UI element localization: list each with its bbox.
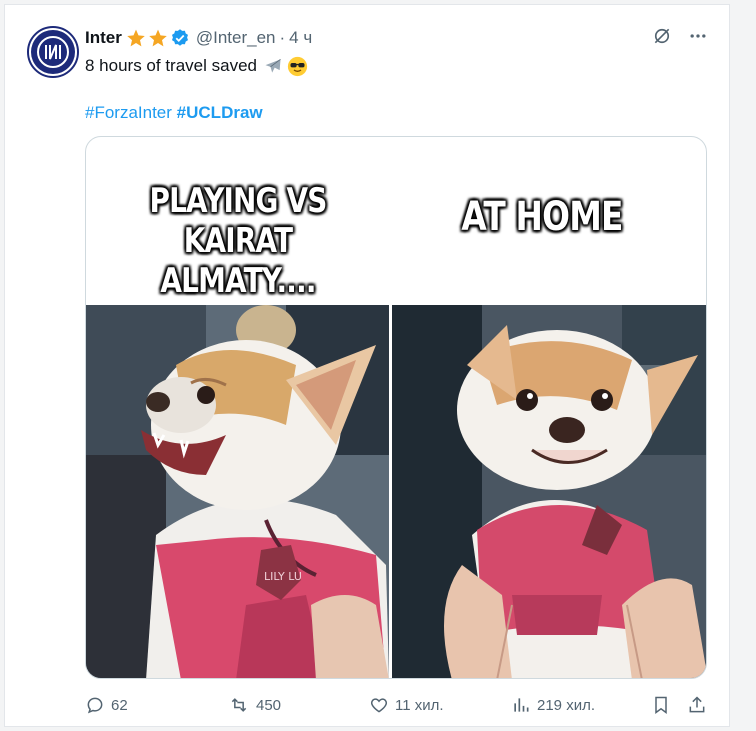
reply-icon [87, 697, 103, 714]
separator-dot: · [279, 28, 286, 47]
happy-chihuahua-photo [392, 305, 706, 678]
meme-image[interactable]: PLAYING VS KAIRAT ALMATY.... AT HOME LIL… [85, 136, 707, 679]
author-handle[interactable]: @Inter_en [196, 28, 276, 48]
views-icon [514, 698, 529, 712]
heart-icon [370, 698, 388, 713]
sunglasses-emoji-icon [287, 56, 308, 77]
tweet-card[interactable]: Inter @Inter_en · 4 ч 8 hours of travel … [4, 4, 730, 727]
caption-left-line1: PLAYING VS [149, 181, 327, 221]
tweet-text-body: 8 hours of travel saved [85, 56, 257, 75]
like-count: 11 хил. [395, 696, 444, 714]
like-button[interactable]: 11 хил. [369, 695, 444, 715]
grok-icon[interactable] [651, 25, 673, 47]
repost-icon [231, 698, 247, 712]
tweet-text: 8 hours of travel saved [85, 55, 308, 77]
angry-chihuahua-photo: LILY LU [86, 305, 389, 678]
photo-divider [389, 305, 392, 678]
author-name[interactable]: Inter [85, 28, 122, 48]
reply-button[interactable]: 62 [85, 695, 128, 715]
share-button[interactable] [687, 695, 707, 715]
hashtag-link[interactable]: #ForzaInter [85, 103, 172, 122]
bookmark-icon [655, 696, 667, 714]
hashtags: #ForzaInter #UCLDraw [85, 102, 263, 124]
star-icon [148, 28, 168, 48]
bookmark-button[interactable] [651, 695, 671, 715]
views-count: 219 хил. [537, 696, 595, 714]
inter-logo-icon [31, 30, 75, 74]
timestamp[interactable]: 4 ч [289, 28, 312, 48]
airplane-emoji-icon [263, 56, 283, 76]
avatar[interactable] [27, 26, 79, 78]
caption-right: AT HOME [461, 194, 623, 240]
header-actions [651, 25, 709, 47]
reply-count: 62 [111, 696, 128, 714]
share-icon [689, 696, 705, 713]
caption-left: PLAYING VS KAIRAT ALMATY.... [115, 181, 361, 301]
repost-button[interactable]: 450 [228, 695, 281, 715]
caption-left-line2: KAIRAT ALMATY.... [160, 221, 316, 301]
tweet-header: Inter @Inter_en · 4 ч [85, 25, 709, 51]
views-button[interactable]: 219 хил. [511, 695, 595, 715]
repost-count: 450 [256, 696, 282, 714]
verified-badge-icon [170, 28, 190, 48]
collar-tag-text: LILY LU [264, 570, 302, 583]
action-bar: 62 450 11 хил. 219 хил. [85, 695, 715, 719]
star-icon [126, 28, 146, 48]
hashtag-link[interactable]: #UCLDraw [177, 103, 263, 122]
more-icon[interactable] [687, 25, 709, 47]
